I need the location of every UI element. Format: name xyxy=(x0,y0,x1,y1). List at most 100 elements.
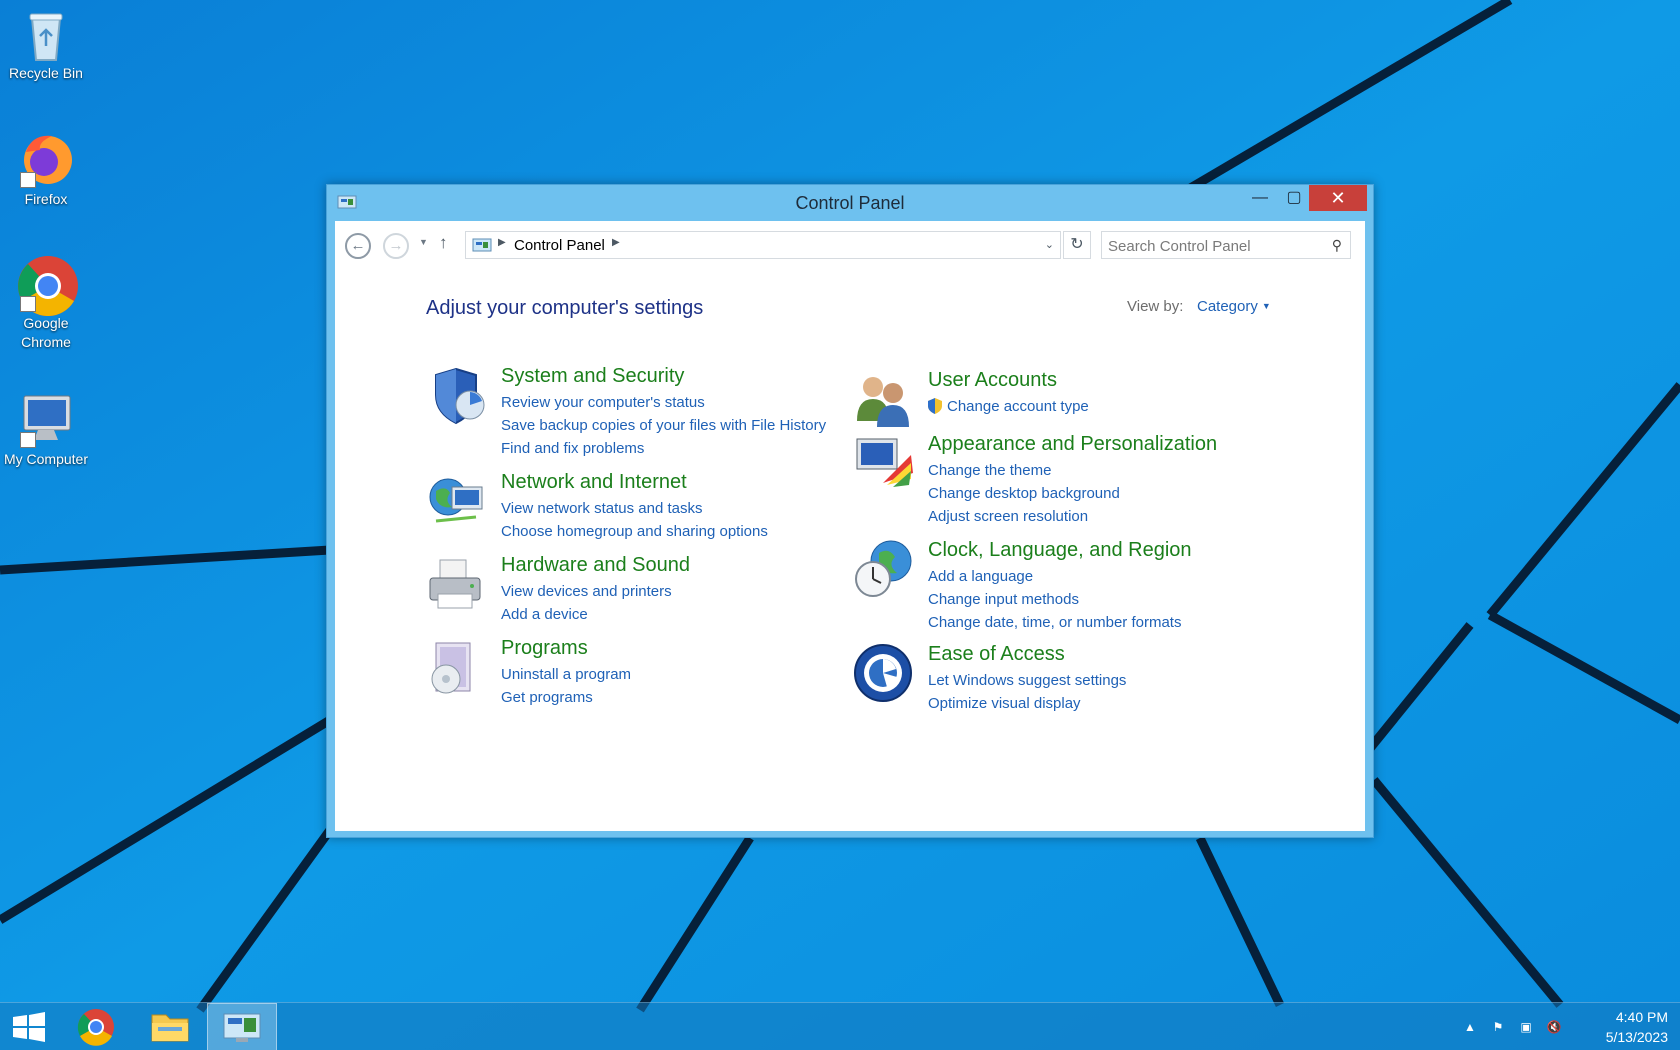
taskbar-chrome[interactable] xyxy=(62,1003,130,1050)
recycle-bin-icon xyxy=(18,6,74,62)
view-by-value: Category xyxy=(1197,298,1258,315)
chrome-icon xyxy=(18,256,78,317)
forward-button[interactable]: → xyxy=(383,233,409,259)
maximize-button[interactable]: ▢ xyxy=(1277,185,1311,211)
link-review-computer-status[interactable]: Review your computer's status xyxy=(501,391,826,414)
title-bar[interactable]: Control Panel — ▢ ✕ xyxy=(327,185,1373,221)
link-change-date-time-formats[interactable]: Change date, time, or number formats xyxy=(928,611,1181,634)
link-change-input-methods[interactable]: Change input methods xyxy=(928,588,1181,611)
navigation-bar: ← → ▼ ↑ ▶ Control Panel ▶ ⌄ ↻ Search Con… xyxy=(335,221,1365,265)
link-save-backup-copies[interactable]: Save backup copies of your files with Fi… xyxy=(501,414,826,437)
view-by-label: View by: xyxy=(1127,298,1184,315)
up-arrow-icon: ↑ xyxy=(439,233,448,252)
firefox-icon xyxy=(18,132,74,188)
clock-date: 5/13/2023 xyxy=(1605,1029,1668,1045)
control-panel-icon xyxy=(223,1013,261,1042)
display-palette-icon xyxy=(853,433,915,495)
taskbar-file-explorer[interactable] xyxy=(136,1003,204,1050)
view-by-dropdown[interactable]: Category ▼ xyxy=(1197,298,1271,315)
chevron-down-icon: ⌄ xyxy=(1044,239,1054,251)
desktop-icon-label: Recycle Bin xyxy=(9,65,83,81)
page-heading: Adjust your computer's settings xyxy=(426,297,704,319)
shortcut-arrow-icon xyxy=(20,172,36,188)
system-tray: ▲ ⚑ ▣ 🔇 xyxy=(1460,1017,1580,1037)
category-title[interactable]: Programs xyxy=(501,637,588,660)
link-add-a-language[interactable]: Add a language xyxy=(928,565,1181,588)
link-optimize-visual-display[interactable]: Optimize visual display xyxy=(928,692,1126,715)
desktop-icon-google-chrome[interactable]: Google Chrome xyxy=(0,256,94,352)
breadcrumb-separator-icon[interactable]: ▶ xyxy=(498,237,506,248)
address-dropdown-button[interactable]: ⌄ xyxy=(1045,238,1054,251)
link-change-desktop-background[interactable]: Change desktop background xyxy=(928,482,1120,505)
category-title[interactable]: System and Security xyxy=(501,365,684,388)
start-button[interactable] xyxy=(0,1003,58,1050)
link-change-account-type[interactable]: Change account type xyxy=(928,395,1089,418)
category-title[interactable]: User Accounts xyxy=(928,369,1057,392)
control-panel-window: Control Panel — ▢ ✕ ← → ▼ ↑ ▶ Control Pa… xyxy=(326,184,1374,838)
uac-shield-icon xyxy=(928,398,942,414)
link-change-account-type-label: Change account type xyxy=(947,398,1089,415)
file-explorer-icon xyxy=(151,1014,189,1042)
up-button[interactable]: ↑ xyxy=(439,233,448,253)
breadcrumb-separator-icon[interactable]: ▶ xyxy=(612,237,620,248)
category-title[interactable]: Network and Internet xyxy=(501,471,687,494)
computer-icon xyxy=(18,392,74,448)
taskbar: ▲ ⚑ ▣ 🔇 4:40 PM 5/13/2023 xyxy=(0,1002,1680,1050)
back-arrow-icon: ← xyxy=(350,237,366,254)
back-button[interactable]: ← xyxy=(345,233,371,259)
shield-icon xyxy=(426,365,488,427)
chevron-down-icon: ▼ xyxy=(419,237,428,247)
desktop-icon-recycle-bin[interactable]: Recycle Bin xyxy=(0,6,94,83)
link-adjust-screen-resolution[interactable]: Adjust screen resolution xyxy=(928,505,1120,528)
link-change-the-theme[interactable]: Change the theme xyxy=(928,459,1120,482)
caret-down-icon: ▼ xyxy=(1261,301,1271,311)
shortcut-arrow-icon xyxy=(20,296,36,312)
volume-muted-icon[interactable]: 🔇 xyxy=(1544,1017,1564,1037)
address-bar[interactable]: ▶ Control Panel ▶ ⌄ xyxy=(465,231,1061,259)
shortcut-arrow-icon xyxy=(20,432,36,448)
desktop-icon-label: Firefox xyxy=(24,191,68,207)
clock-globe-icon xyxy=(853,539,915,601)
link-find-and-fix-problems[interactable]: Find and fix problems xyxy=(501,437,826,460)
desktop-icon-my-computer[interactable]: My Computer xyxy=(0,392,94,469)
ease-of-access-icon xyxy=(853,643,915,705)
link-get-programs[interactable]: Get programs xyxy=(501,686,631,709)
show-hidden-icons-chevron[interactable]: ▲ xyxy=(1460,1017,1480,1037)
category-title[interactable]: Hardware and Sound xyxy=(501,554,690,577)
search-icon[interactable]: ⚲ xyxy=(1332,237,1342,254)
search-input[interactable] xyxy=(1108,236,1318,256)
recent-locations-button[interactable]: ▼ xyxy=(419,237,428,247)
network-icon[interactable]: ▣ xyxy=(1516,1017,1536,1037)
refresh-button[interactable]: ↻ xyxy=(1063,231,1091,259)
taskbar-control-panel[interactable] xyxy=(207,1003,277,1050)
category-title[interactable]: Clock, Language, and Region xyxy=(928,539,1192,562)
maximize-icon: ▢ xyxy=(1286,189,1302,206)
category-title[interactable]: Ease of Access xyxy=(928,643,1065,666)
desktop-icon-label: My Computer xyxy=(3,451,89,467)
link-view-network-status[interactable]: View network status and tasks xyxy=(501,497,768,520)
search-box[interactable]: ⚲ xyxy=(1101,231,1351,259)
link-uninstall-a-program[interactable]: Uninstall a program xyxy=(501,663,631,686)
window-title: Control Panel xyxy=(795,193,905,213)
link-add-a-device[interactable]: Add a device xyxy=(501,603,672,626)
close-icon: ✕ xyxy=(1330,188,1346,208)
minimize-button[interactable]: — xyxy=(1243,185,1277,211)
minimize-icon: — xyxy=(1252,189,1268,206)
link-let-windows-suggest-settings[interactable]: Let Windows suggest settings xyxy=(928,669,1126,692)
users-icon xyxy=(853,369,915,431)
clock-time: 4:40 PM xyxy=(1615,1009,1668,1025)
category-title[interactable]: Appearance and Personalization xyxy=(928,433,1217,456)
action-center-flag-icon[interactable]: ⚑ xyxy=(1488,1017,1508,1037)
printer-icon xyxy=(426,554,488,616)
link-choose-homegroup[interactable]: Choose homegroup and sharing options xyxy=(501,520,768,543)
desktop-icon-label: Google Chrome xyxy=(21,315,71,350)
control-panel-icon xyxy=(472,238,492,254)
programs-icon xyxy=(426,637,488,699)
breadcrumb-control-panel[interactable]: Control Panel xyxy=(514,237,605,254)
desktop-icon-firefox[interactable]: Firefox xyxy=(0,132,94,209)
link-view-devices-and-printers[interactable]: View devices and printers xyxy=(501,580,672,603)
close-button[interactable]: ✕ xyxy=(1309,185,1367,211)
chrome-icon xyxy=(77,1009,114,1046)
network-globe-icon xyxy=(426,471,488,533)
taskbar-clock[interactable]: 4:40 PM 5/13/2023 xyxy=(1582,1007,1668,1047)
